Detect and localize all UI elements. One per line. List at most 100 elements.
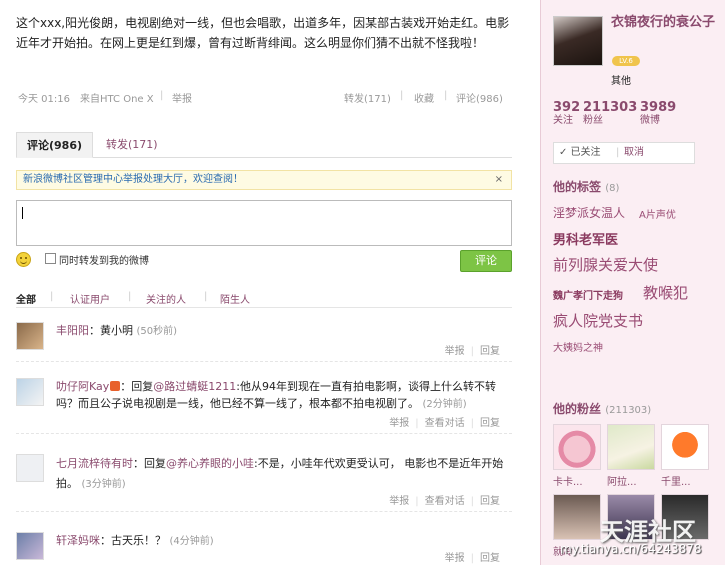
comment-author[interactable]: 轩泽妈咪 <box>56 534 100 547</box>
stat-label: 关注 <box>553 115 573 126</box>
filter-following[interactable]: 关注的人 <box>146 291 186 306</box>
stat-number: 211303 <box>583 100 638 115</box>
divider: | <box>470 346 474 357</box>
comment-time: (3分钟前) <box>81 479 126 490</box>
fans-count: (211303) <box>605 405 652 416</box>
repost-checkbox-label: 同时转发到我的微博 <box>59 256 149 267</box>
tag-item[interactable]: 魏广孝门下走狗 <box>553 287 623 302</box>
tag-item[interactable]: 前列腺关爱大使 <box>553 254 658 275</box>
main-column: 这个xxx,阳光俊朗，电视剧绝对一线，但也会唱歌，出道多年，因某部古装戏开始走红… <box>0 0 540 565</box>
avatar[interactable] <box>16 532 44 560</box>
followed-label: ✓ 已关注 <box>559 147 601 158</box>
tab-reposts[interactable]: 转发(171) <box>96 132 168 158</box>
comment-input[interactable] <box>16 200 512 246</box>
divider: | <box>160 90 164 101</box>
filter-strangers[interactable]: 陌生人 <box>220 291 250 306</box>
avatar[interactable] <box>16 378 44 406</box>
comment-body: 七月流梓待有时：回复@养心养眼的小哇:不是，小哇年代欢更受认可， 电影也不是近年… <box>56 454 512 495</box>
tag-item[interactable]: 大姨妈之神 <box>553 339 603 354</box>
comment-item: 轩泽妈咪：古天乐！？ (4分钟前) 举报 | 回复 <box>16 532 512 565</box>
avatar[interactable] <box>16 322 44 350</box>
comment-item: 叻仔阿Kay ：回复@路过蜻蜓1211:他从94年到现在一直有拍电影啊，谈得上什么… <box>16 378 512 434</box>
divider: | <box>128 291 132 302</box>
tag-item[interactable]: 淫梦派女温人 <box>553 204 625 221</box>
filter-verified[interactable]: 认证用户 <box>70 291 110 306</box>
view-conversation-link[interactable]: 查看对话 <box>425 418 465 429</box>
reply-link[interactable]: 回复 <box>480 553 500 564</box>
divider: | <box>444 90 448 101</box>
mention-link[interactable]: @路过蜻蜓1211 <box>153 380 236 393</box>
comment-actions: 举报 | 查看对话 | 回复 <box>383 492 500 507</box>
report-link[interactable]: 举报 <box>389 496 409 507</box>
mention-link[interactable]: @养心养眼的小哇 <box>166 457 254 470</box>
post-text: 这个xxx,阳光俊朗，电视剧绝对一线，但也会唱歌，出道多年，因某部古装戏开始走红… <box>16 16 510 50</box>
submit-comment-button[interactable]: 评论 <box>460 250 512 272</box>
tag-item[interactable]: 教喉犯 <box>643 282 688 303</box>
stat-followers[interactable]: 211303 粉丝 <box>583 100 637 127</box>
report-link[interactable]: 举报 <box>445 553 465 564</box>
reply-prefix: 回复 <box>131 380 154 393</box>
notice-link[interactable]: 新浪微博社区管理中心举报处理大厅，欢迎查阅！ <box>23 174 243 185</box>
divider: | <box>470 553 474 564</box>
tag-item[interactable]: 男科老军医 <box>553 229 618 248</box>
report-link[interactable]: 举报 <box>172 90 192 105</box>
fan-name[interactable]: 阿拉... <box>607 473 637 488</box>
fan-avatar[interactable] <box>661 424 709 470</box>
text-caret <box>22 207 23 219</box>
tab-comments[interactable]: 评论(986) <box>16 132 94 158</box>
fan-avatar[interactable] <box>553 424 601 470</box>
divider: | <box>415 418 419 429</box>
tags-title-text: 他的标签 <box>553 180 602 194</box>
fans-title-text: 他的粉丝 <box>553 402 602 416</box>
post-source[interactable]: 来自HTC One X <box>80 90 154 105</box>
post-time: 今天 01:16 <box>18 94 70 105</box>
stat-label: 粉丝 <box>583 115 603 126</box>
comment-actions: 举报 | 查看对话 | 回复 <box>383 414 500 429</box>
repost-link[interactable]: 转发(171) <box>344 90 391 105</box>
comment-author[interactable]: 七月流梓待有时 <box>56 457 133 470</box>
repost-checkbox[interactable] <box>45 253 56 264</box>
comment-link[interactable]: 评论(986) <box>456 90 503 105</box>
profile-extra: 其他 <box>611 76 631 87</box>
reply-link[interactable]: 回复 <box>480 418 500 429</box>
reply-link[interactable]: 回复 <box>480 496 500 507</box>
divider: | <box>400 90 404 101</box>
comment-item: 丰阳阳：黄小明 (50秒前) 举报 | 回复 <box>16 322 512 362</box>
divider: | <box>616 147 620 158</box>
profile-name[interactable]: 衣锦夜行的衰公子 <box>611 14 719 32</box>
comment-actions: 举报 | 回复 <box>439 342 500 357</box>
divider: | <box>204 291 208 302</box>
tags-count: (8) <box>605 183 620 194</box>
comment-author[interactable]: 丰阳阳 <box>56 324 89 337</box>
fan-avatar[interactable] <box>553 494 601 540</box>
comment-filters: 全部 | 认证用户 | 关注的人 | 陌生人 <box>16 288 512 308</box>
fan-name[interactable]: 千里... <box>661 473 691 488</box>
notice-bar: 新浪微博社区管理中心举报处理大厅，欢迎查阅！ × <box>16 170 512 190</box>
comment-text: ：黄小明 <box>89 324 133 337</box>
follow-status: ✓ 已关注 | 取消 <box>553 142 695 164</box>
reply-link[interactable]: 回复 <box>480 346 500 357</box>
tag-item[interactable]: A片声优 <box>639 206 676 221</box>
comment-actions: 举报 | 回复 <box>439 549 500 564</box>
fan-avatar[interactable] <box>607 424 655 470</box>
unfollow-link[interactable]: 取消 <box>624 143 644 163</box>
comment-body: 叻仔阿Kay ：回复@路过蜻蜓1211:他从94年到现在一直有拍电影啊，谈得上什么… <box>56 380 496 410</box>
post-meta: 今天 01:16 来自HTC One X | 举报 转发(171) | 收藏 |… <box>18 90 508 105</box>
filter-all[interactable]: 全部 <box>16 291 36 306</box>
report-link[interactable]: 举报 <box>445 346 465 357</box>
stat-posts[interactable]: 3989 微博 <box>640 100 676 127</box>
view-conversation-link[interactable]: 查看对话 <box>425 496 465 507</box>
comment-author[interactable]: 叻仔阿Kay <box>56 380 109 393</box>
close-icon[interactable]: × <box>495 171 503 189</box>
report-link[interactable]: 举报 <box>389 418 409 429</box>
stat-following[interactable]: 392 关注 <box>553 100 580 127</box>
tag-item[interactable]: 疯人院党支书 <box>553 310 643 331</box>
avatar[interactable] <box>16 454 44 482</box>
profile-avatar[interactable] <box>553 16 603 66</box>
profile-stats: 392 关注 211303 粉丝 3989 微博 <box>553 100 723 130</box>
comment-time: (2分钟前) <box>422 399 467 410</box>
favorite-link[interactable]: 收藏 <box>414 90 434 105</box>
smiley-icon[interactable] <box>16 252 31 267</box>
fan-name[interactable]: 卡卡... <box>553 473 583 488</box>
comment-body: 轩泽妈咪：古天乐！？ (4分钟前) <box>56 532 512 550</box>
